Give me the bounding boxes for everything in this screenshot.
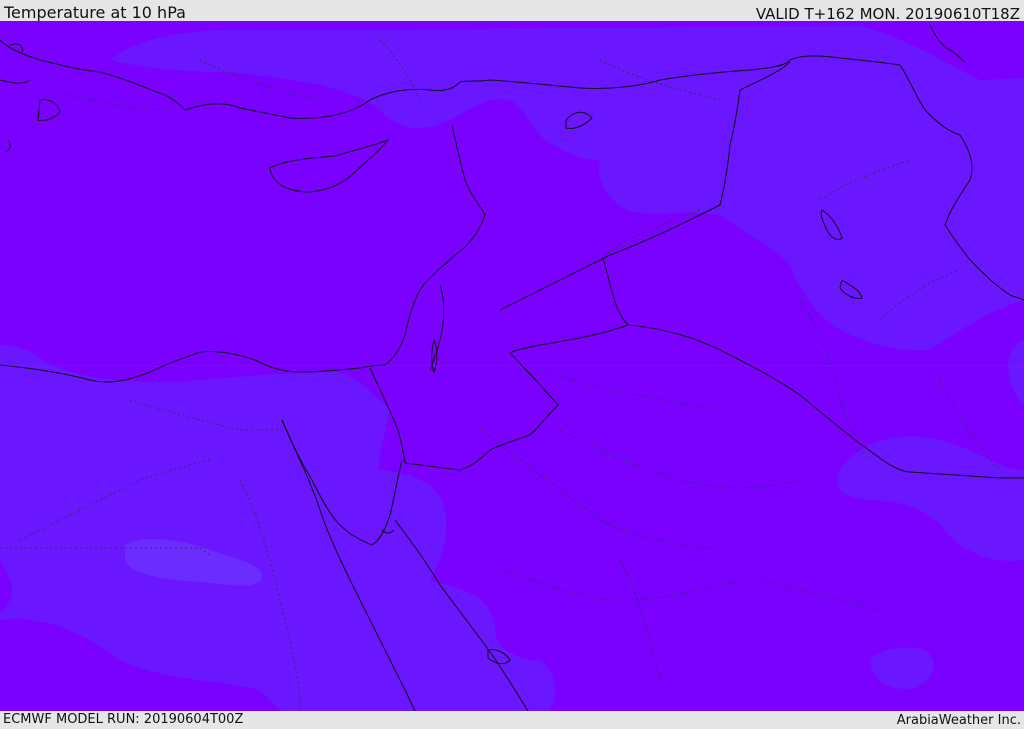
map-canvas[interactable] [0, 21, 1024, 711]
header-bar: Temperature at 10 hPa VALID T+162 MON. 2… [0, 0, 1024, 23]
map-title: Temperature at 10 hPa [4, 3, 186, 22]
weather-map-frame: Temperature at 10 hPa VALID T+162 MON. 2… [0, 0, 1024, 729]
footer-bar: ECMWF MODEL RUN: 20190604T00Z ArabiaWeat… [0, 711, 1024, 729]
model-run-label: ECMWF MODEL RUN: 20190604T00Z [3, 712, 244, 727]
temperature-map-svg [0, 21, 1024, 711]
provider-label: ArabiaWeather Inc. [896, 713, 1021, 728]
